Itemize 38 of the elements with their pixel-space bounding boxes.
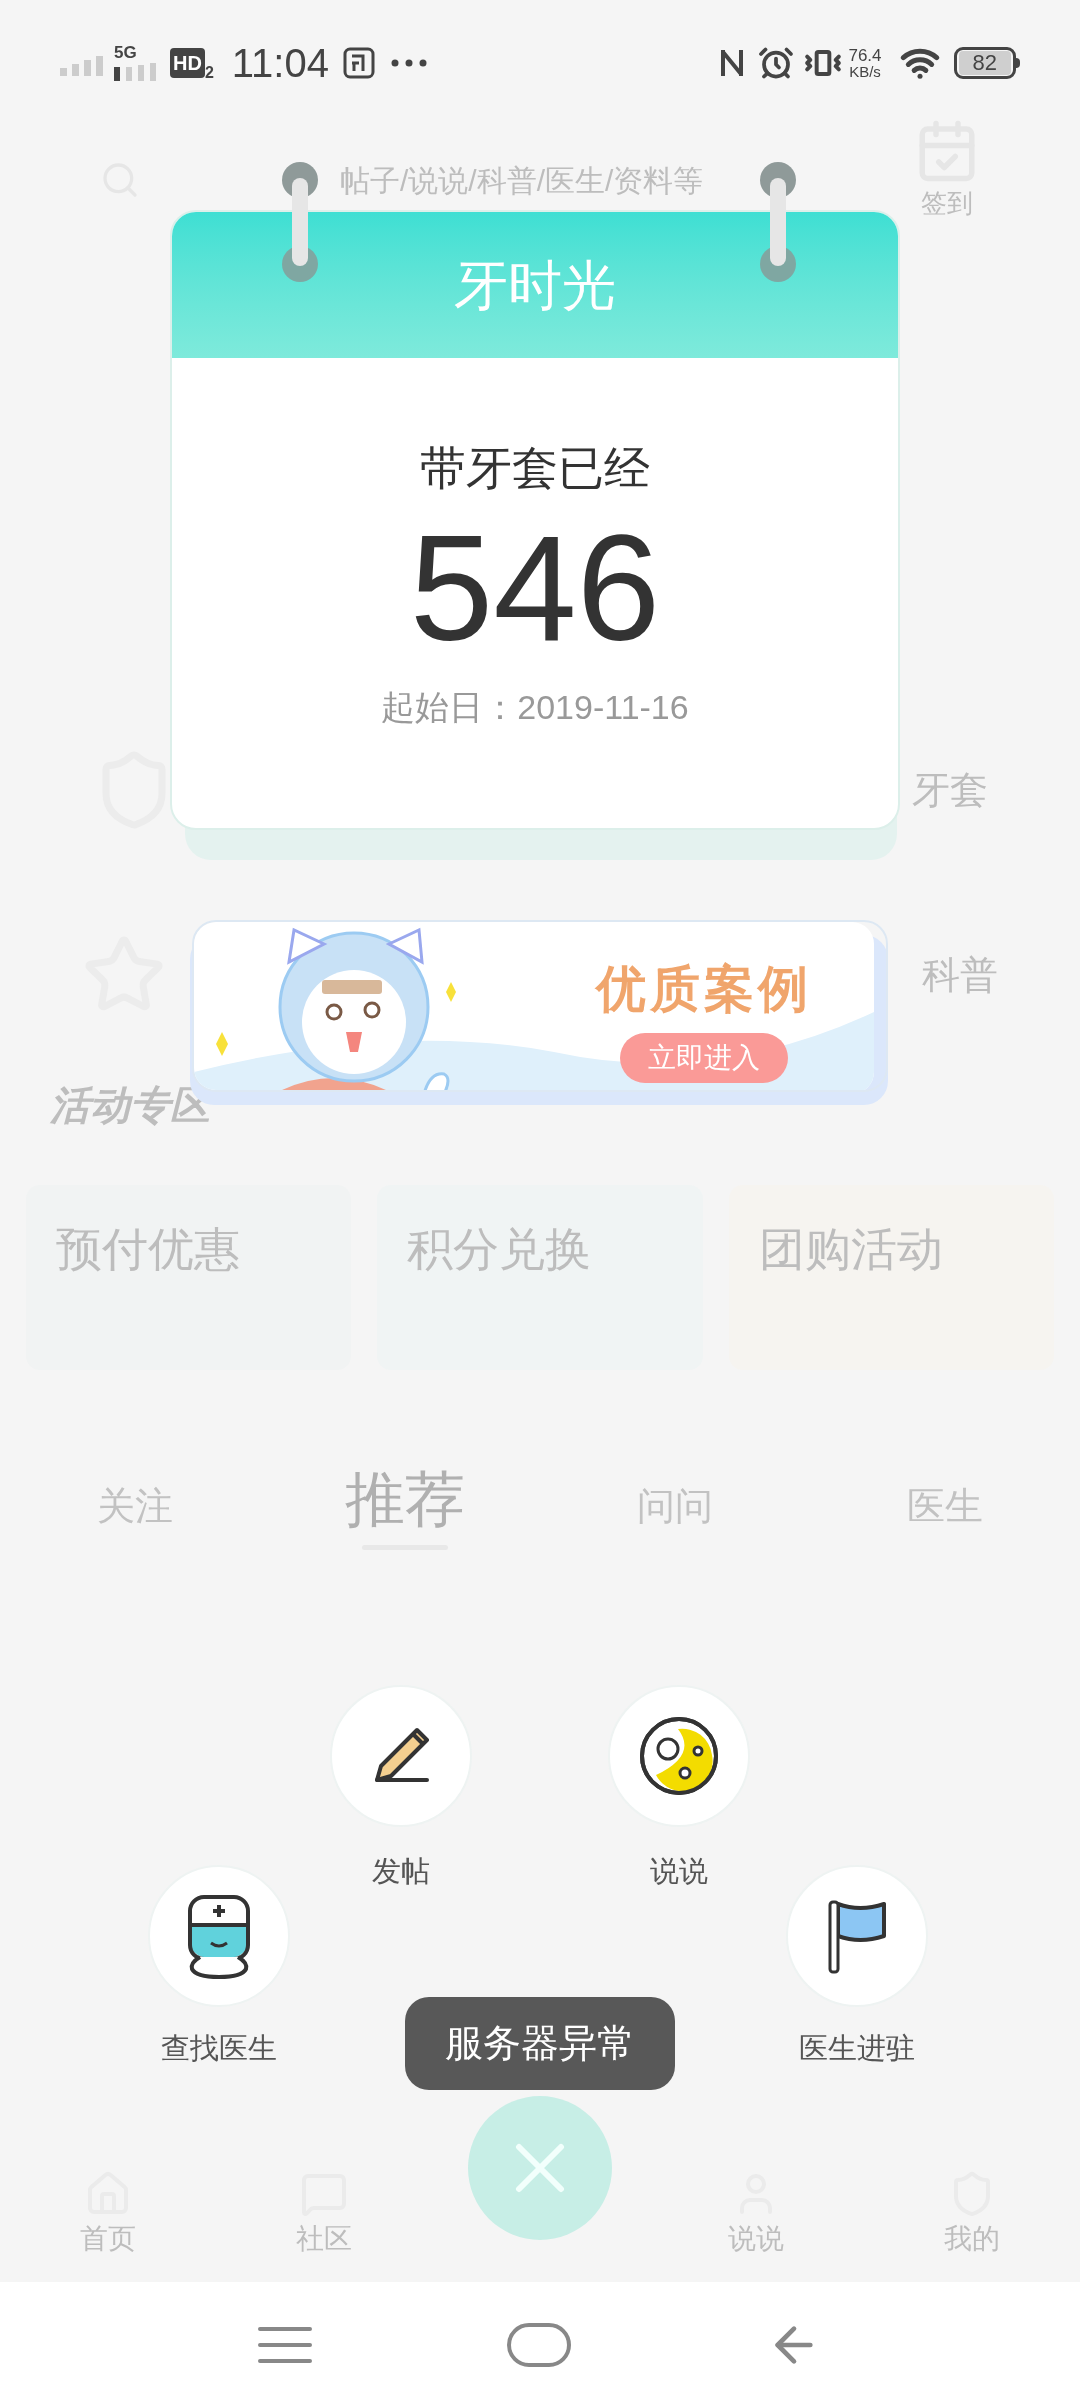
hd-index: 2 bbox=[204, 63, 214, 83]
flag-icon bbox=[826, 1898, 888, 1974]
calendar-title: 牙时光 bbox=[454, 253, 616, 317]
home-icon[interactable] bbox=[507, 2323, 571, 2367]
category-label[interactable]: 牙套 bbox=[912, 761, 988, 819]
start-date: 起始日：2019-11-16 bbox=[381, 687, 689, 728]
network-label: 5G bbox=[114, 44, 137, 61]
menu-action-label[interactable]: 说说 bbox=[588, 1850, 770, 1894]
more-icon bbox=[390, 58, 427, 67]
menu-action-label[interactable]: 医生进驻 bbox=[766, 2027, 948, 2071]
speed-value: 76.4 bbox=[848, 46, 882, 64]
toast-message: 服务器异常 bbox=[445, 2021, 635, 2066]
category-label[interactable]: 科普 bbox=[922, 946, 998, 1004]
checkin-label[interactable]: 签到 bbox=[921, 183, 973, 223]
signal-icon bbox=[114, 61, 158, 81]
caption: 带牙套已经 bbox=[420, 441, 650, 496]
hd-badge: HD bbox=[170, 47, 205, 78]
nav-label[interactable]: 社区 bbox=[296, 2218, 352, 2260]
nav-label[interactable]: 说说 bbox=[728, 2218, 784, 2260]
nav-label[interactable]: 首页 bbox=[80, 2218, 136, 2260]
speed-unit: KB/s bbox=[849, 63, 881, 79]
promo-card[interactable]: 团购活动 bbox=[728, 1185, 1054, 1370]
menu-action-label[interactable]: 发帖 bbox=[310, 1850, 492, 1894]
nav-label[interactable]: 我的 bbox=[944, 2218, 1000, 2260]
clock: 11:04 bbox=[231, 39, 329, 87]
case-banner[interactable]: 优质案例 立即进入 bbox=[192, 920, 888, 1092]
promo-title: 团购活动 bbox=[758, 1223, 943, 1275]
close-icon bbox=[515, 2143, 565, 2193]
menu-action-label[interactable]: 查找医生 bbox=[128, 2027, 310, 2071]
menu-icon[interactable] bbox=[257, 2325, 312, 2365]
app-notification-icon bbox=[342, 46, 375, 79]
search-field[interactable]: 帖子/说说/科普/医生/资料等 bbox=[340, 157, 704, 203]
banner-title: 优质案例 bbox=[596, 960, 812, 1019]
moon-icon bbox=[638, 1715, 720, 1797]
day-count: 546 bbox=[409, 508, 661, 668]
battery-level: 82 bbox=[958, 50, 1011, 75]
feed-tab[interactable]: 推荐 bbox=[345, 1465, 465, 1535]
enter-button[interactable]: 立即进入 bbox=[620, 1033, 788, 1083]
